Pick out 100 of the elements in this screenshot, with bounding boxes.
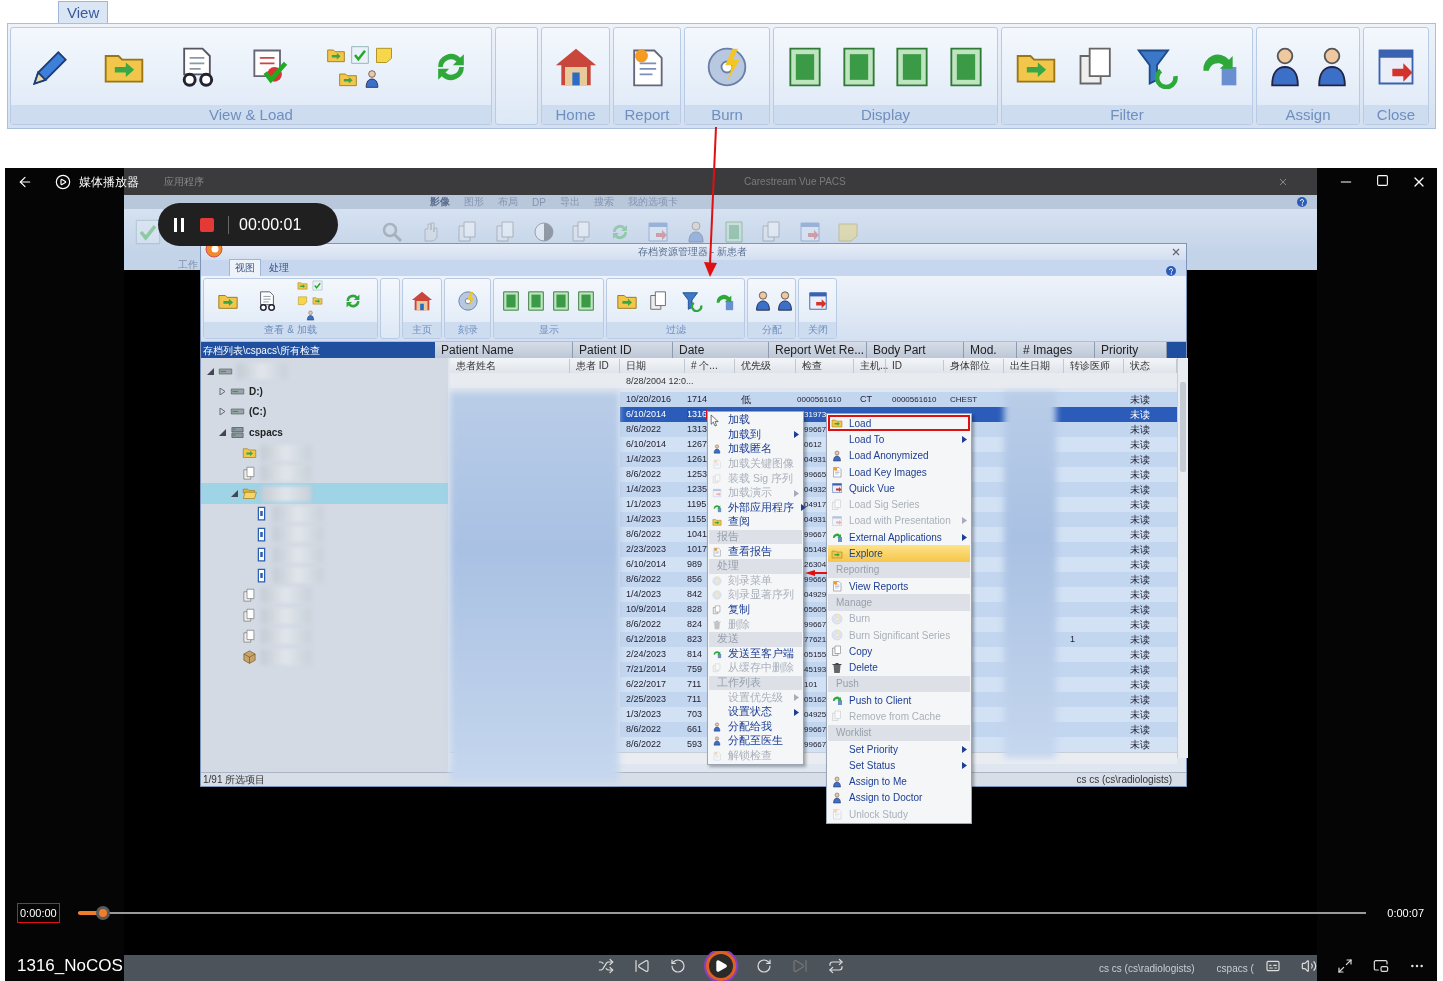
table-cell: 未读 — [1130, 394, 1150, 405]
table-cell: 8/6/2022 — [626, 739, 662, 750]
table-cell: 2/25/2023 — [626, 694, 667, 705]
table-cell: 703 — [687, 709, 703, 720]
table-cell: 823 — [687, 634, 703, 645]
archive-path: 存档列表\cspacs\所有检查 — [202, 344, 321, 358]
table-cell: 8/6/2022 — [626, 469, 662, 480]
table-cell: 04917 — [804, 499, 827, 510]
table-cell: 1 — [1070, 634, 1075, 645]
table-cell: 8/6/2022 — [626, 424, 662, 435]
table-cell: 593 — [687, 739, 703, 750]
table-cell: 856 — [687, 574, 703, 585]
table-cell: 04931 — [804, 454, 827, 465]
group-label: Home — [542, 105, 609, 124]
table-cell: 6/22/2017 — [626, 679, 667, 690]
group-label: Assign — [1257, 105, 1359, 124]
table-cell: 6/10/2014 — [626, 439, 667, 450]
table-cell: 711 — [687, 679, 702, 690]
table-cell: 99667 — [804, 529, 827, 540]
table-cell: 2/24/2023 — [626, 649, 667, 660]
table-cell: 8/6/2022 — [626, 724, 662, 735]
table-cell: 99665 — [804, 469, 827, 480]
table-cell: 99667 — [804, 739, 827, 750]
table-cell: 31973 — [804, 409, 827, 420]
group-label: 过滤 — [607, 322, 744, 338]
table-cell: 661 — [687, 724, 703, 735]
table-cell: 814 — [687, 649, 703, 660]
table-cell: 10/20/2016 — [626, 394, 672, 405]
group-label: 分配 — [748, 322, 795, 338]
file-name: 1316_NoCOS — [17, 956, 124, 976]
table-cell: 711 — [687, 694, 702, 705]
table-cell: 1313 — [687, 424, 708, 435]
table-cell: 1155 — [687, 514, 707, 525]
table-cell: CT — [860, 394, 872, 405]
table-cell: 7/21/2014 — [626, 664, 667, 675]
table-cell: 1/3/2023 — [626, 709, 662, 720]
table-cell: 未读 — [1130, 529, 1150, 540]
table-cell: 1195 — [687, 499, 707, 510]
table-cell: 0612 — [804, 439, 822, 450]
group-label: 刻录 — [445, 322, 490, 338]
table-cell: 未读 — [1130, 484, 1150, 495]
app-title: 媒体播放器 — [79, 173, 139, 191]
table-cell: 99667 — [804, 424, 827, 435]
taskbar-text: cspacs ( — [1216, 962, 1254, 974]
window-title: 存档资源管理器 - 新患者 — [638, 245, 747, 259]
table-cell: 828 — [687, 604, 703, 615]
table-cell: 1041 — [687, 529, 708, 540]
table-cell: 05605 — [804, 604, 827, 615]
table-cell: 8/6/2022 — [626, 574, 662, 585]
menu-section-header: Manage — [828, 594, 970, 611]
table-cell: 05148 — [804, 544, 827, 555]
menu-section-header: Push — [828, 675, 970, 693]
table-cell: 45193 — [804, 664, 827, 675]
table-cell: 759 — [687, 664, 703, 675]
group-label: 关闭 — [799, 322, 836, 338]
tree-label: D:) — [249, 386, 263, 398]
menu-section-header: 报告 — [709, 529, 802, 545]
total-time: 0:00:07 — [1386, 906, 1425, 921]
table-cell: 1714 — [687, 394, 708, 405]
table-cell: 未读 — [1130, 679, 1150, 690]
table-cell: 未读 — [1130, 589, 1150, 600]
table-cell: 1/1/2023 — [626, 499, 662, 510]
table-cell: 0000561610 — [797, 394, 842, 405]
table-cell: 2/23/2023 — [626, 544, 667, 555]
table-cell: 未读 — [1130, 454, 1150, 465]
table-cell: 6/10/2014 — [626, 559, 667, 570]
table-cell: 77621 — [804, 634, 827, 645]
table-cell: 05162 — [804, 694, 827, 705]
table-cell: 未读 — [1130, 649, 1150, 660]
table-cell: 8/6/2022 — [626, 619, 662, 630]
table-cell: 8/6/2022 — [626, 529, 662, 540]
table-cell: 1/4/2023 — [626, 589, 662, 600]
table-cell: 1253 — [687, 469, 708, 480]
group-label: Close — [1364, 105, 1428, 124]
table-cell: 04931 — [804, 514, 827, 525]
table-cell: 10/9/2014 — [626, 604, 667, 615]
table-cell: 1261 — [687, 454, 708, 465]
table-cell: 05155 — [804, 649, 827, 660]
filter-value: 8/28/2004 12:0... — [625, 375, 695, 386]
table-cell: 1/4/2023 — [626, 454, 662, 465]
table-cell: 未读 — [1130, 424, 1150, 435]
group-label: Filter — [1002, 105, 1252, 124]
table-cell: 未读 — [1130, 619, 1150, 630]
table-cell: 1/4/2023 — [626, 484, 662, 495]
table-cell: 未读 — [1130, 664, 1150, 675]
group-label: Report — [614, 105, 680, 124]
group-label: Display — [774, 105, 997, 124]
table-cell: 99667 — [804, 619, 827, 630]
table-cell: 未读 — [1130, 739, 1150, 750]
recording-time: 00:00:01 — [228, 215, 302, 234]
group-label: View & Load — [11, 105, 491, 124]
table-cell: 未读 — [1130, 439, 1150, 450]
table-cell: 未读 — [1130, 694, 1150, 705]
table-cell: 未读 — [1130, 559, 1150, 570]
table-cell: 824 — [687, 619, 703, 630]
table-cell: 101 — [804, 679, 818, 690]
table-cell: 未读 — [1130, 514, 1150, 525]
group-label: Burn — [685, 105, 769, 124]
table-cell: 6/10/2014 — [626, 409, 667, 420]
table-cell: 04925 — [804, 709, 827, 720]
